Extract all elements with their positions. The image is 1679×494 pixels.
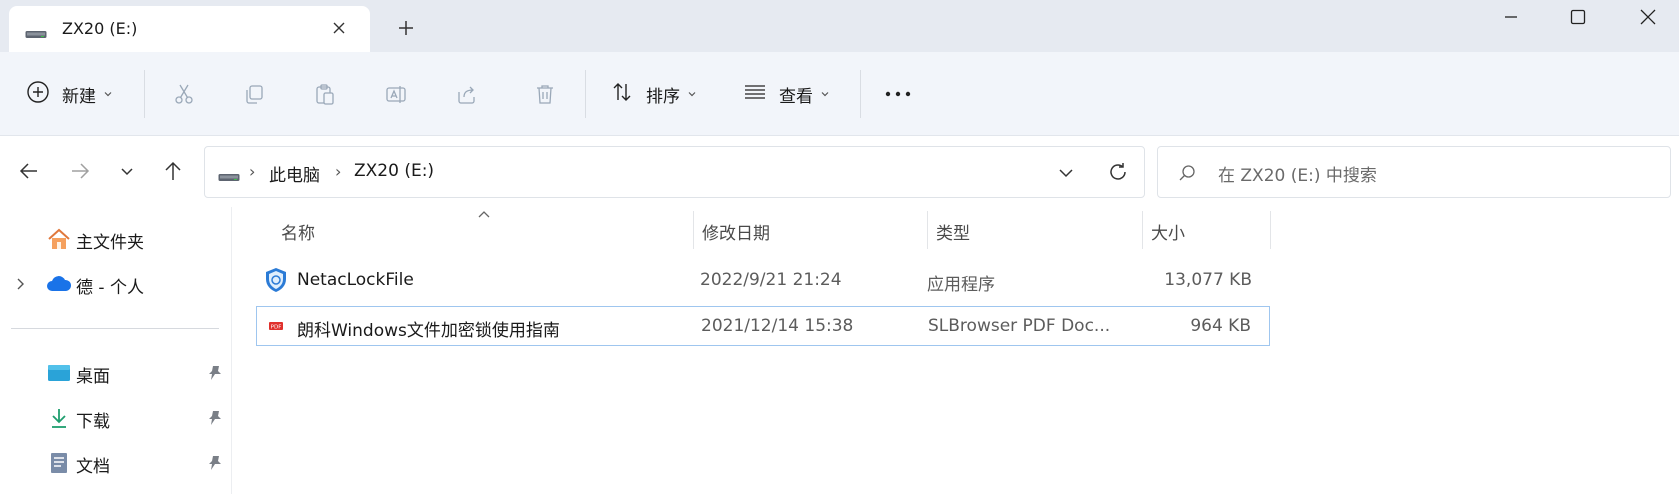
home-icon xyxy=(46,227,72,251)
delete-icon[interactable] xyxy=(531,80,559,108)
more-options-icon[interactable] xyxy=(884,80,912,108)
sidebar-item-label: 文档 xyxy=(76,457,110,477)
close-tab-icon[interactable] xyxy=(327,16,351,40)
view-button[interactable]: 查看 xyxy=(743,74,830,114)
search-placeholder: 在 ZX20 (E:) 中搜索 xyxy=(1218,166,1377,186)
chevron-down-icon xyxy=(820,89,830,99)
pin-icon[interactable] xyxy=(208,455,222,475)
sort-arrows-icon xyxy=(610,80,634,108)
pin-icon[interactable] xyxy=(208,410,222,430)
column-header-label: 名称 xyxy=(281,224,315,244)
chevron-down-icon xyxy=(103,89,113,99)
svg-text:PDF: PDF xyxy=(271,325,282,331)
toolbar-divider xyxy=(585,70,586,118)
forward-arrow-icon[interactable] xyxy=(66,157,94,185)
file-size: 964 KB xyxy=(1190,316,1251,336)
sort-button[interactable]: 排序 xyxy=(610,74,697,114)
desktop-icon xyxy=(46,361,72,385)
column-divider[interactable] xyxy=(1270,211,1271,249)
list-view-icon xyxy=(743,80,767,108)
navigation-pane: 主文件夹 德 - 个人 桌面 下载 文档 xyxy=(0,207,232,494)
view-label: 查看 xyxy=(779,86,813,107)
sidebar-item-label: 桌面 xyxy=(76,367,110,387)
column-header-size[interactable]: 大小 xyxy=(1143,207,1269,255)
minimize-icon[interactable] xyxy=(1475,0,1547,34)
download-arrow-icon xyxy=(46,406,72,430)
toolbar-divider xyxy=(860,70,861,118)
chevron-down-icon xyxy=(687,89,697,99)
sidebar-item-documents[interactable]: 文档 xyxy=(0,443,232,483)
paste-icon[interactable] xyxy=(311,80,339,108)
toolbar-divider xyxy=(144,70,145,118)
app-shield-icon xyxy=(263,267,289,293)
tab-title: ZX20 (E:) xyxy=(62,19,138,38)
up-arrow-icon[interactable] xyxy=(159,157,187,185)
file-type: 应用程序 xyxy=(927,275,995,295)
file-modified: 2022/9/21 21:24 xyxy=(700,270,842,290)
sidebar-divider xyxy=(11,328,219,329)
back-arrow-icon[interactable] xyxy=(15,157,43,185)
column-header-label: 类型 xyxy=(936,224,970,244)
column-header-label: 修改日期 xyxy=(702,224,770,244)
breadcrumb-this-pc[interactable]: 此电脑 xyxy=(269,161,320,186)
onedrive-cloud-icon xyxy=(46,272,72,296)
cut-icon[interactable] xyxy=(170,80,198,108)
drive-icon xyxy=(218,168,240,187)
breadcrumb-separator: › xyxy=(249,162,256,181)
sidebar-item-home[interactable]: 主文件夹 xyxy=(0,219,232,259)
copy-icon[interactable] xyxy=(240,80,268,108)
column-header-type[interactable]: 类型 xyxy=(928,207,1127,255)
sort-ascending-caret-icon xyxy=(477,205,491,224)
search-icon xyxy=(1178,164,1196,186)
address-row: › 此电脑 › ZX20 (E:) 在 ZX20 (E:) 中搜索 xyxy=(0,137,1679,207)
documents-icon xyxy=(46,451,72,475)
pin-icon[interactable] xyxy=(208,365,222,385)
command-bar: 新建 排序 查看 xyxy=(0,52,1679,136)
drive-icon xyxy=(25,25,47,44)
column-header-modified[interactable]: 修改日期 xyxy=(694,207,927,255)
sidebar-item-desktop[interactable]: 桌面 xyxy=(0,353,232,393)
chevron-right-icon[interactable] xyxy=(14,276,26,295)
file-list: 名称 修改日期 类型 大小 NetacLockFile 2022/9/21 21… xyxy=(233,207,1679,494)
search-box[interactable]: 在 ZX20 (E:) 中搜索 xyxy=(1157,146,1671,198)
new-tab-icon[interactable] xyxy=(394,16,418,40)
file-name: 朗科Windows文件加密锁使用指南 xyxy=(297,321,560,341)
maximize-icon[interactable] xyxy=(1542,0,1614,34)
close-window-icon[interactable] xyxy=(1612,0,1679,34)
breadcrumb-zx20[interactable]: ZX20 (E:) xyxy=(354,161,434,181)
sort-label: 排序 xyxy=(646,86,680,107)
breadcrumb-separator: › xyxy=(335,162,342,181)
address-bar[interactable]: › 此电脑 › ZX20 (E:) xyxy=(204,146,1145,198)
address-history-chevron-icon[interactable] xyxy=(1057,164,1075,186)
recent-locations-chevron-icon[interactable] xyxy=(113,157,141,185)
sidebar-item-downloads[interactable]: 下载 xyxy=(0,398,232,438)
file-modified: 2021/12/14 15:38 xyxy=(701,316,854,336)
refresh-icon[interactable] xyxy=(1107,161,1129,187)
sidebar-item-label: 主文件夹 xyxy=(76,233,144,253)
add-circle-icon xyxy=(26,80,50,108)
file-type: SLBrowser PDF Doc... xyxy=(928,316,1111,336)
sidebar-item-onedrive[interactable]: 德 - 个人 xyxy=(0,264,232,304)
title-bar: ZX20 (E:) xyxy=(0,0,1679,52)
file-name: NetacLockFile xyxy=(297,270,414,290)
sidebar-item-label: 德 - 个人 xyxy=(76,278,144,298)
file-row[interactable]: PDF 朗科Windows文件加密锁使用指南 2021/12/14 15:38 … xyxy=(256,306,1270,346)
file-row[interactable]: NetacLockFile 2022/9/21 21:24 应用程序 13,07… xyxy=(257,262,1270,300)
sidebar-item-label: 下载 xyxy=(76,412,110,432)
column-header-label: 大小 xyxy=(1151,224,1185,244)
new-label: 新建 xyxy=(62,86,96,107)
column-header-name[interactable]: 名称 xyxy=(257,207,682,255)
tab-zx20[interactable]: ZX20 (E:) xyxy=(9,6,370,52)
pdf-icon: PDF xyxy=(263,313,289,339)
file-size: 13,077 KB xyxy=(1164,270,1252,290)
share-icon[interactable] xyxy=(453,80,481,108)
rename-icon[interactable] xyxy=(382,80,410,108)
new-button[interactable]: 新建 xyxy=(26,74,113,114)
